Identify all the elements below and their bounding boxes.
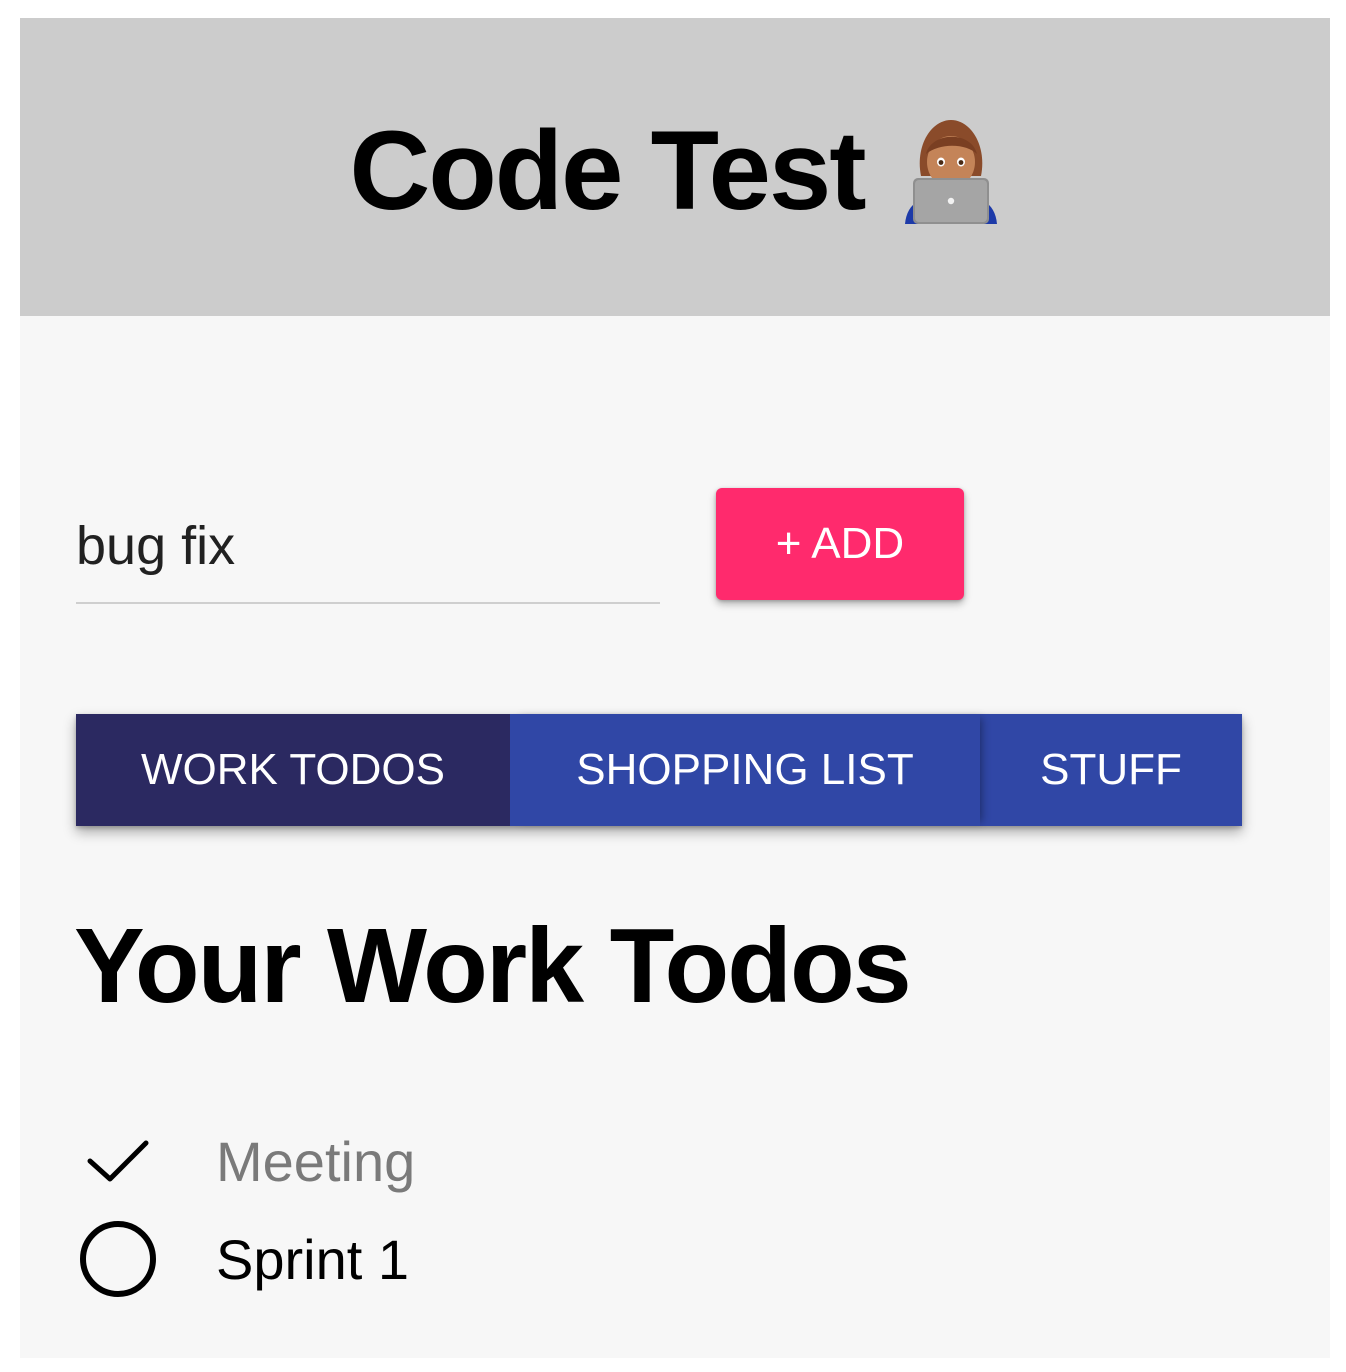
app-title: Code Test bbox=[349, 108, 866, 233]
todo-input[interactable] bbox=[76, 506, 660, 586]
todo-input-wrapper bbox=[76, 496, 660, 604]
checkmark-icon[interactable] bbox=[76, 1119, 160, 1203]
tab-work-todos[interactable]: WORK TODOS bbox=[76, 714, 510, 826]
app-container: Code Test bug fix + ADD WORK TODOS SHOPP… bbox=[20, 18, 1330, 1358]
todo-item-text[interactable]: Sprint 1 bbox=[216, 1227, 409, 1292]
tab-bar: WORK TODOS SHOPPING LIST STUFF bbox=[76, 714, 1242, 826]
woman-technologist-icon bbox=[904, 120, 997, 224]
todo-list: Meeting Sprint 1 bbox=[76, 1112, 976, 1308]
app-header: Code Test bbox=[20, 18, 1330, 316]
todo-item-text[interactable]: Meeting bbox=[216, 1129, 415, 1194]
tab-shopping-list[interactable]: SHOPPING LIST bbox=[510, 714, 980, 826]
tab-stuff[interactable]: STUFF bbox=[980, 714, 1242, 826]
section-title: Your Work Todos bbox=[74, 907, 912, 1025]
empty-circle-icon[interactable] bbox=[76, 1217, 160, 1301]
add-button[interactable]: + ADD bbox=[716, 488, 964, 600]
todo-item: Meeting bbox=[76, 1112, 976, 1210]
todo-item: Sprint 1 bbox=[76, 1210, 976, 1308]
title-row: Code Test bbox=[20, 106, 1330, 236]
